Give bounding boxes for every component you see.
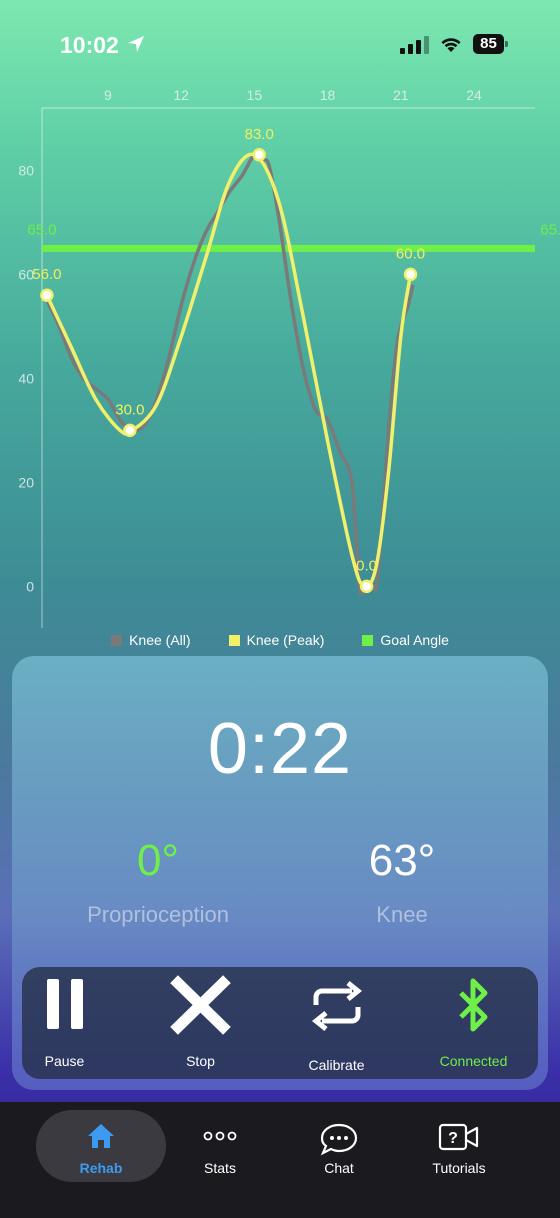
knee-peak-value-label: 60.0: [396, 245, 425, 262]
knee-peak-point: [40, 288, 54, 302]
tab-bar: Rehab Stats Chat ? Tutorials: [0, 1102, 560, 1218]
stop-label: Stop: [186, 1053, 215, 1069]
y-tick-label: 40: [18, 370, 34, 386]
cellular-signal-icon: [400, 36, 429, 54]
legend-item-goal-angle: Goal Angle: [362, 630, 449, 650]
legend-item-knee-all: Knee (All): [111, 630, 191, 650]
knee-peak-value-label: 0.0: [356, 557, 377, 574]
x-tick-label: 9: [104, 87, 112, 103]
tab-chat[interactable]: Chat: [274, 1110, 404, 1182]
tab-stats-label: Stats: [204, 1160, 236, 1176]
knee-value: 63°: [368, 836, 436, 885]
knee-all-line: [45, 152, 415, 596]
connected-label: Connected: [439, 1053, 508, 1069]
tab-chat-label: Chat: [324, 1160, 354, 1176]
session-timer: 0:22: [207, 709, 353, 789]
battery-level: 85: [480, 35, 497, 52]
pause-button[interactable]: Pause: [0, 967, 129, 1079]
goal-angle-label: 65.0: [540, 221, 560, 238]
status-bar: 10:02 85: [0, 0, 560, 90]
knee-peak-value-label: 56.0: [32, 266, 61, 283]
tab-tutorials[interactable]: ? Tutorials: [394, 1110, 524, 1182]
y-tick-label: 80: [18, 162, 34, 178]
bluetooth-icon: [459, 978, 488, 1032]
refresh-icon: [311, 981, 363, 1031]
tab-tutorials-label: Tutorials: [432, 1160, 486, 1176]
x-tick-label: 24: [466, 87, 482, 103]
y-tick-label: 20: [18, 474, 34, 490]
svg-text:?: ?: [448, 1130, 458, 1147]
knee-peak-point: [252, 148, 266, 162]
dots-icon: [203, 1131, 237, 1141]
x-tick-label: 18: [320, 87, 336, 103]
x-tick-label: 15: [247, 87, 263, 103]
proprioception-value: 0°: [136, 836, 180, 885]
chart-legend: Knee (All) Knee (Peak) Goal Angle: [0, 630, 560, 650]
status-time: 10:02: [60, 32, 119, 58]
knee-peak-point: [403, 267, 418, 282]
wifi-icon: [441, 38, 461, 52]
calibrate-label: Calibrate: [308, 1057, 365, 1073]
knee-label: Knee: [376, 902, 428, 927]
calibrate-button[interactable]: Calibrate: [272, 967, 401, 1079]
bluetooth-button[interactable]: Connected: [409, 967, 538, 1079]
knee-metric: 63° Knee: [268, 836, 536, 928]
knee-peak-point: [123, 423, 137, 438]
stop-button[interactable]: Stop: [136, 967, 265, 1079]
x-tick-label: 21: [393, 87, 409, 103]
x-tick-label: 12: [173, 87, 189, 103]
knee-angle-chart: 91215182124 020406080 65.065.056.030.083…: [18, 87, 560, 628]
house-icon: [88, 1124, 114, 1148]
tab-rehab-label: Rehab: [79, 1160, 123, 1176]
knee-peak-point: [359, 579, 374, 594]
proprioception-metric: 0° Proprioception: [24, 836, 292, 928]
battery-icon: 85: [473, 34, 509, 54]
session-controls: Pause Stop Calibrate Connected: [22, 967, 538, 1079]
knee-peak-value-label: 30.0: [115, 401, 144, 418]
goal-angle-label: 65.0: [27, 221, 56, 238]
pause-label: Pause: [44, 1053, 85, 1069]
legend-label-knee-peak: Knee (Peak): [246, 632, 325, 648]
tab-stats[interactable]: Stats: [155, 1110, 285, 1182]
proprioception-label: Proprioception: [87, 902, 229, 927]
legend-swatch-knee-all: [111, 634, 123, 646]
video-question-icon: ?: [438, 1123, 479, 1151]
close-icon: [170, 975, 231, 1035]
legend-item-knee-peak: Knee (Peak): [228, 630, 325, 650]
legend-label-goal-angle: Goal Angle: [380, 632, 449, 648]
location-arrow-icon: [128, 36, 144, 52]
legend-swatch-goal-angle: [362, 634, 374, 646]
pause-icon: [47, 979, 83, 1029]
knee-peak-value-label: 83.0: [245, 126, 274, 143]
legend-label-knee-all: Knee (All): [129, 632, 191, 648]
legend-swatch-knee-peak: [228, 634, 240, 646]
tab-rehab[interactable]: Rehab: [36, 1110, 166, 1182]
chat-bubble-icon: [320, 1123, 358, 1156]
y-tick-label: 0: [26, 578, 34, 594]
